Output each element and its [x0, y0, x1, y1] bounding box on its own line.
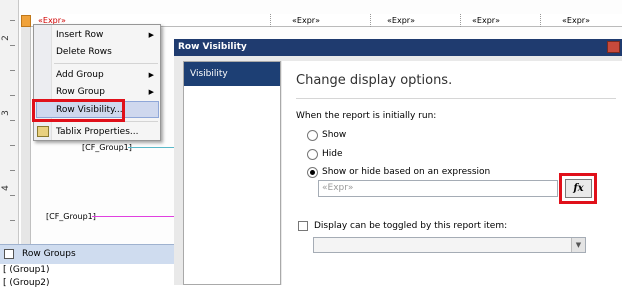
- close-icon[interactable]: [607, 41, 620, 53]
- row-handle-icon[interactable]: [21, 15, 31, 27]
- radio-expression[interactable]: [307, 167, 318, 178]
- initial-run-label: When the report is initially run:: [296, 111, 437, 121]
- group-label: [CF_Group1]: [46, 212, 96, 221]
- menu-item-label: Insert Row: [56, 30, 104, 40]
- dialog-title: Row Visibility: [178, 42, 247, 52]
- radio-expression-label[interactable]: Show or hide based on an expression: [322, 167, 490, 177]
- expression-cell[interactable]: «Expr»: [370, 14, 431, 27]
- nav-item-visibility[interactable]: Visibility: [184, 62, 280, 86]
- menu-item-label: Delete Rows: [56, 47, 112, 57]
- expression-cell[interactable]: «Expr»: [460, 14, 511, 27]
- radio-hide-label[interactable]: Hide: [322, 149, 343, 159]
- menu-item-label: Tablix Properties...: [56, 127, 139, 137]
- vertical-ruler: 2 3 4: [0, 0, 19, 244]
- row-group-item[interactable]: [ (Group1): [3, 265, 50, 275]
- expression-cell[interactable]: «Expr»: [540, 14, 611, 27]
- menu-icon-column: [34, 25, 52, 140]
- radio-show-label[interactable]: Show: [322, 130, 346, 140]
- group-label: [CF_Group1]: [82, 143, 132, 152]
- menu-item-insert-row[interactable]: Insert Row: [56, 27, 103, 43]
- toggle-item-select[interactable]: ▼: [313, 237, 586, 253]
- menu-item-delete-rows[interactable]: Delete Rows: [56, 44, 112, 60]
- row-groups-list: [ (Group1) [ (Group2): [0, 264, 174, 288]
- properties-icon: [37, 126, 49, 137]
- group-bracket-line: [128, 147, 174, 148]
- row-groups-header[interactable]: Row Groups: [0, 244, 174, 264]
- context-menu: Insert Row ▶ Delete Rows Add Group ▶ Row…: [33, 24, 161, 141]
- ruler-number: 3: [0, 110, 11, 116]
- menu-item-add-group[interactable]: Add Group: [56, 67, 104, 83]
- menu-item-label: Row Group: [56, 87, 105, 97]
- ruler-number: 2: [0, 35, 11, 41]
- highlight-annotation: [559, 173, 597, 204]
- expression-cell[interactable]: «Expr»: [270, 14, 341, 27]
- row-groups-title: Row Groups: [22, 249, 76, 259]
- submenu-arrow-icon: ▶: [148, 88, 154, 96]
- row-handle-gutter[interactable]: [21, 27, 31, 244]
- submenu-arrow-icon: ▶: [148, 71, 154, 79]
- highlight-annotation: [32, 99, 125, 122]
- menu-item-tablix-properties[interactable]: Tablix Properties...: [56, 124, 139, 140]
- radio-show[interactable]: [307, 130, 318, 141]
- toggle-checkbox[interactable]: [298, 221, 308, 231]
- expression-input[interactable]: «Expr»: [318, 180, 558, 197]
- divider: [296, 98, 616, 99]
- ruler-number: 4: [0, 185, 11, 191]
- chevron-down-icon[interactable]: ▼: [571, 238, 585, 252]
- submenu-arrow-icon: ▶: [148, 31, 154, 39]
- dialog-nav-pane: Visibility: [183, 61, 281, 285]
- page-heading: Change display options.: [296, 73, 453, 88]
- dialog-title-bar[interactable]: Row Visibility: [174, 39, 622, 56]
- row-group-item[interactable]: [ (Group2): [3, 278, 50, 288]
- menu-separator: [54, 63, 158, 64]
- menu-item-row-group[interactable]: Row Group: [56, 84, 105, 100]
- toggle-label[interactable]: Display can be toggled by this report it…: [314, 221, 507, 231]
- grid-icon: [4, 249, 14, 259]
- group-bracket-line: [92, 216, 174, 217]
- menu-item-label: Add Group: [56, 70, 104, 80]
- radio-hide[interactable]: [307, 149, 318, 160]
